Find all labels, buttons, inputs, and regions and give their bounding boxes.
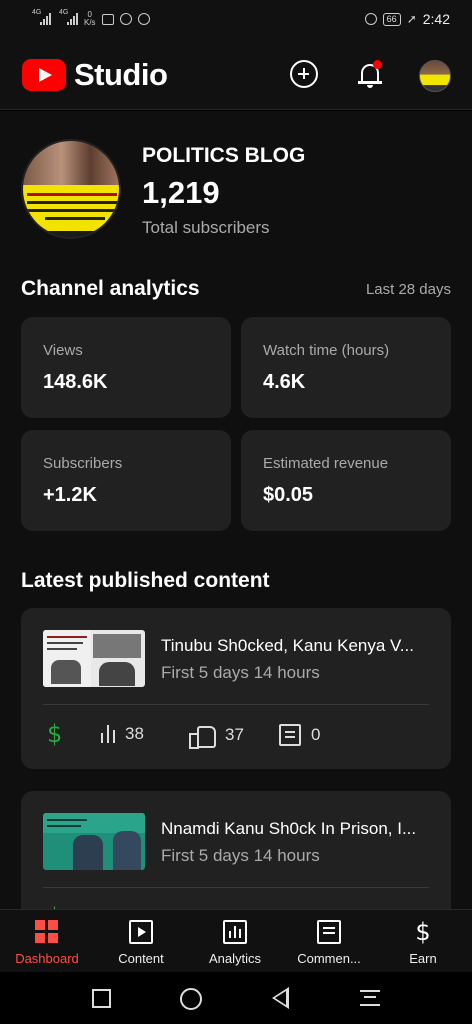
- video-thumbnail: [43, 813, 145, 870]
- charging-icon: ➚: [406, 12, 417, 26]
- dashboard-icon: [35, 920, 59, 944]
- card-value: $0.05: [263, 484, 314, 506]
- likes-count: 37: [225, 725, 244, 744]
- dollar-icon: $: [415, 918, 431, 946]
- network-speed: 0 K/s: [84, 10, 96, 27]
- video-thumbnail: [43, 630, 145, 687]
- notifications-bell-icon[interactable]: [356, 60, 384, 90]
- divider: [43, 887, 429, 888]
- thumbs-up-icon: [189, 724, 216, 749]
- nav-label: Content: [118, 951, 164, 966]
- card-label: Watch time (hours): [263, 342, 390, 359]
- comments-stat: 0: [279, 724, 320, 746]
- analytics-period: Last 28 days: [365, 281, 451, 298]
- card-value: +1.2K: [43, 484, 97, 506]
- nav-label: Dashboard: [15, 951, 79, 966]
- nav-label: Earn: [409, 951, 437, 966]
- nav-label: Analytics: [208, 951, 262, 966]
- nav-label: Commen...: [297, 951, 361, 966]
- youtube-play-icon: [22, 59, 66, 91]
- video-title: Nnamdi Kanu Sh0ck In Prison, I...: [161, 819, 417, 838]
- dashboard-content[interactable]: POLITICS BLOG 1,219 Total subscribers Ch…: [0, 111, 472, 909]
- hotspot-icon: [137, 13, 150, 25]
- video-title: Tinubu Sh0cked, Kanu Kenya V...: [161, 636, 414, 655]
- bar-chart-icon: [101, 725, 115, 743]
- video-stats: $ 38 37 0: [43, 720, 429, 752]
- video-period: First 5 days 14 hours: [161, 846, 320, 865]
- content-play-icon: [129, 920, 153, 944]
- views-card[interactable]: Views 148.6K: [21, 317, 231, 418]
- nav-content[interactable]: Content: [94, 910, 188, 973]
- channel-name: POLITICS BLOG: [142, 144, 306, 167]
- comments-icon: [317, 920, 341, 944]
- latest-content-title: Latest published content: [21, 569, 270, 592]
- card-value: 4.6K: [263, 371, 306, 393]
- app-header: Studio: [0, 38, 472, 110]
- likes-stat: 37: [189, 724, 244, 749]
- card-label: Views: [43, 342, 83, 359]
- divider: [43, 704, 429, 705]
- signal-icon: 4G: [32, 9, 51, 25]
- analytics-title: Channel analytics: [21, 277, 200, 300]
- notification-dot: [373, 60, 382, 69]
- account-avatar[interactable]: [419, 60, 451, 92]
- status-bar: 4G 4G 0 K/s 66 ➚ 2:42: [0, 0, 472, 38]
- views-count: 38: [125, 724, 144, 743]
- recents-square-icon[interactable]: [92, 989, 111, 1008]
- subscribers-card[interactable]: Subscribers +1.2K: [21, 430, 231, 531]
- news-icon: [101, 13, 114, 25]
- card-label: Estimated revenue: [263, 455, 389, 472]
- subscriber-label: Total subscribers: [142, 218, 270, 237]
- card-value: 148.6K: [43, 371, 108, 393]
- video-card[interactable]: Tinubu Sh0cked, Kanu Kenya V... First 5 …: [21, 608, 451, 769]
- channel-avatar: [21, 139, 121, 239]
- views-stat: 38: [101, 724, 144, 744]
- comment-icon: [279, 724, 301, 746]
- comments-count: 0: [311, 725, 321, 744]
- signal-icon: 4G: [59, 9, 78, 25]
- revenue-card[interactable]: Estimated revenue $0.05: [241, 430, 451, 531]
- system-nav-bar: [0, 972, 472, 1024]
- subscriber-count: 1,219: [142, 175, 220, 210]
- network-type-label: 4G: [32, 9, 42, 16]
- analytics-icon: [223, 920, 247, 944]
- app-name: Studio: [74, 57, 168, 92]
- create-plus-icon[interactable]: [290, 60, 318, 88]
- nav-analytics[interactable]: Analytics: [188, 910, 282, 973]
- video-period: First 5 days 14 hours: [161, 663, 320, 682]
- whatsapp-icon: [119, 13, 132, 25]
- revenue-stat: $: [47, 720, 62, 748]
- nav-comments[interactable]: Commen...: [282, 910, 376, 973]
- bottom-nav: Dashboard Content Analytics Commen... $ …: [0, 909, 472, 972]
- notification-pull-down-icon[interactable]: [360, 988, 380, 1008]
- dollar-icon: $: [47, 720, 63, 748]
- alarm-icon: [364, 13, 377, 25]
- nav-dashboard[interactable]: Dashboard: [0, 910, 94, 973]
- card-label: Subscribers: [43, 455, 123, 472]
- watch-time-card[interactable]: Watch time (hours) 4.6K: [241, 317, 451, 418]
- network-type-label: 4G: [59, 9, 69, 16]
- home-circle-icon[interactable]: [180, 988, 202, 1010]
- back-triangle-icon[interactable]: [272, 987, 289, 1009]
- video-card[interactable]: Nnamdi Kanu Sh0ck In Prison, I... First …: [21, 791, 451, 909]
- clock: 2:42: [422, 11, 450, 27]
- nav-earn[interactable]: $ Earn: [376, 910, 470, 973]
- youtube-studio-logo[interactable]: Studio: [22, 57, 168, 93]
- battery-icon: 66: [382, 12, 401, 26]
